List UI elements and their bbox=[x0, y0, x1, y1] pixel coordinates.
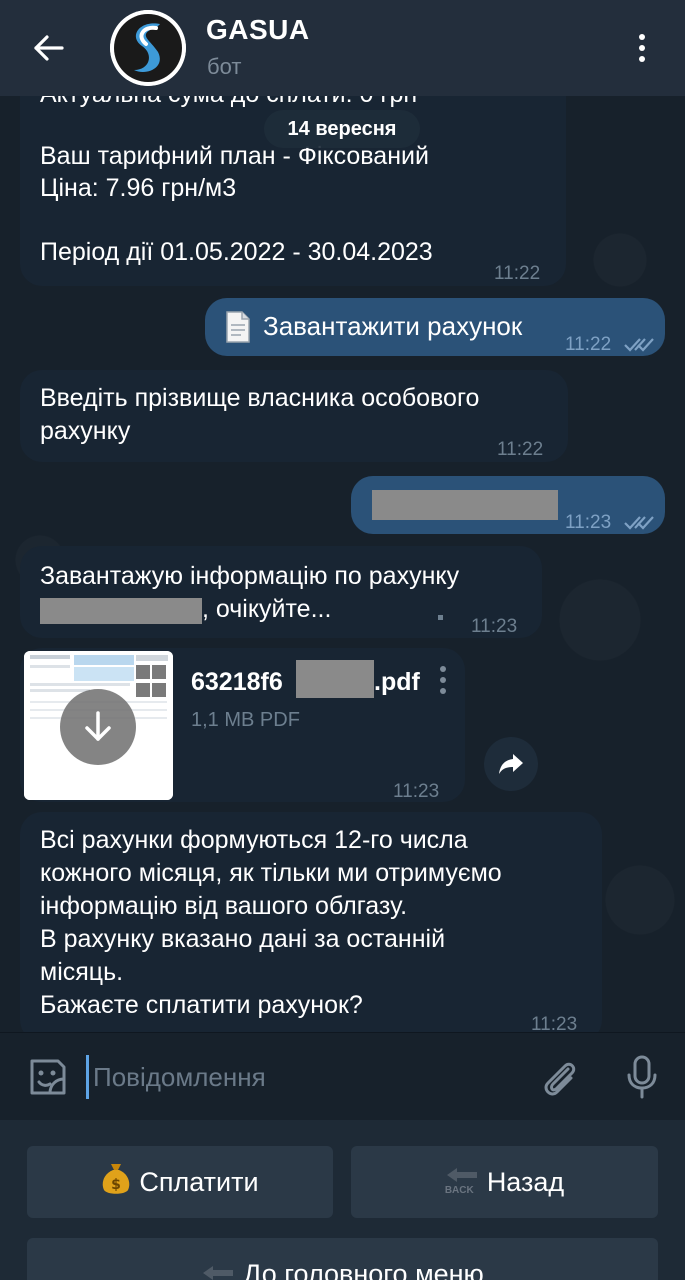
money-bag-icon: $ bbox=[101, 1162, 131, 1203]
message-bubble[interactable]: Введіть прізвище власника особового раху… bbox=[20, 370, 568, 462]
main-menu-button[interactable]: До головного меню bbox=[27, 1238, 658, 1280]
date-separator: 14 вересня bbox=[264, 110, 420, 148]
chat-subtitle: бот bbox=[207, 54, 242, 79]
double-check-icon bbox=[623, 330, 655, 363]
back-keyboard-button[interactable]: BACK Назад bbox=[351, 1146, 658, 1218]
message-time: 11:22 bbox=[565, 334, 612, 355]
chat-area[interactable]: Актуальна сума до сплати: 0 грн Ваш тари… bbox=[0, 0, 685, 1032]
message-text: Ваш тарифний план - Фіксований Ціна: 7.9… bbox=[40, 142, 433, 266]
svg-text:$: $ bbox=[112, 1177, 122, 1193]
microphone-icon bbox=[627, 1055, 657, 1099]
emoji-button[interactable] bbox=[26, 1055, 70, 1099]
chat-header: GASUA бот bbox=[0, 0, 685, 96]
more-options-button[interactable] bbox=[624, 28, 660, 68]
message-time: 11:22 bbox=[494, 263, 541, 284]
pay-button[interactable]: $ Сплатити bbox=[27, 1146, 333, 1218]
message-bubble[interactable]: Завантажую інформацію по рахунку , очіку… bbox=[20, 546, 542, 638]
microphone-button[interactable] bbox=[620, 1053, 664, 1101]
menu-dot bbox=[639, 45, 645, 51]
back-arrow-icon bbox=[34, 35, 64, 61]
message-text-line1: Завантажую інформацію по рахунку bbox=[40, 562, 460, 590]
back-arrow-icon bbox=[201, 1259, 235, 1280]
redacted-text bbox=[296, 660, 374, 698]
redacted-text bbox=[372, 490, 558, 520]
redacted-text bbox=[40, 598, 202, 624]
message-time: 11:22 bbox=[497, 439, 544, 460]
menu-dot bbox=[639, 56, 645, 62]
page-icon bbox=[225, 311, 251, 343]
message-time: 11:23 bbox=[531, 1014, 578, 1032]
file-name-prefix: 63218f6 bbox=[191, 668, 283, 696]
message-input[interactable]: Повідомлення bbox=[86, 1055, 506, 1099]
gasua-logo-icon bbox=[110, 10, 186, 86]
chat-title[interactable]: GASUA bbox=[206, 14, 310, 46]
main-menu-label: До головного меню bbox=[243, 1258, 484, 1280]
bot-keyboard: $ Сплатити BACK Назад До головного меню bbox=[0, 1120, 685, 1280]
forward-button[interactable] bbox=[484, 737, 538, 791]
sticker-icon bbox=[30, 1059, 66, 1095]
message-input-bar: Повідомлення bbox=[0, 1032, 685, 1120]
message-bubble-outgoing[interactable]: 11:23 bbox=[351, 476, 665, 534]
message-time: 11:23 bbox=[471, 616, 518, 637]
message-time: 11:23 bbox=[565, 512, 612, 533]
double-check-icon bbox=[623, 508, 655, 541]
message-time: 11:23 bbox=[393, 781, 440, 802]
back-arrow-icon: BACK bbox=[445, 1165, 479, 1199]
message-text: Всі рахунки формуються 12-го числа кожно… bbox=[40, 826, 502, 1019]
paperclip-icon bbox=[544, 1062, 576, 1096]
message-text-line2: , очікуйте... bbox=[202, 595, 332, 623]
status-dot bbox=[438, 615, 443, 620]
back-icon-text: BACK bbox=[444, 1185, 474, 1196]
message-text: Введіть прізвище власника особового раху… bbox=[40, 384, 480, 445]
file-name-suffix: .pdf bbox=[374, 668, 420, 696]
download-button[interactable] bbox=[60, 689, 136, 765]
message-text: Завантажити рахунок bbox=[263, 311, 523, 341]
avatar[interactable] bbox=[110, 10, 186, 86]
message-bubble[interactable]: Всі рахунки формуються 12-го числа кожно… bbox=[20, 812, 602, 1032]
forward-icon bbox=[499, 754, 523, 774]
back-button[interactable] bbox=[24, 26, 72, 70]
more-options-icon[interactable] bbox=[438, 666, 448, 694]
menu-dot bbox=[639, 34, 645, 40]
download-arrow-icon bbox=[85, 711, 111, 741]
pay-button-label: Сплатити bbox=[139, 1166, 259, 1197]
back-keyboard-label: Назад bbox=[486, 1166, 565, 1197]
attach-button[interactable] bbox=[538, 1055, 582, 1099]
file-meta: 1,1 MB PDF bbox=[191, 709, 300, 731]
message-bubble-outgoing[interactable]: Завантажити рахунок 11:22 bbox=[205, 298, 665, 356]
